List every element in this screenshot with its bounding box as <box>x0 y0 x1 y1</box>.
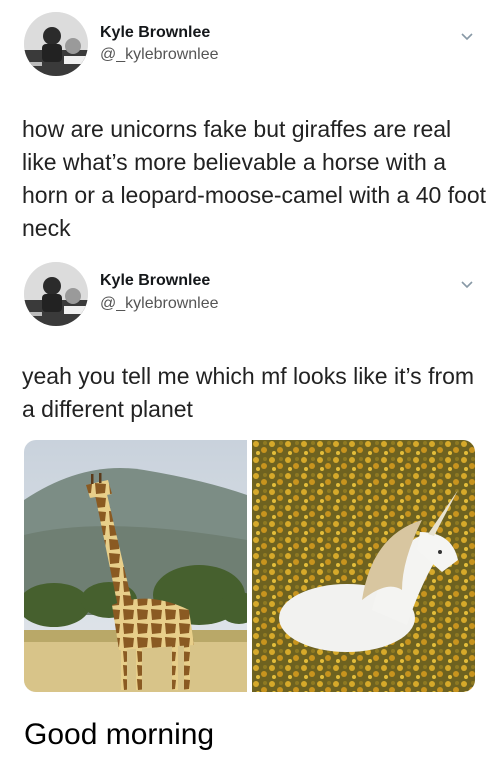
author-handle[interactable]: @_kylebrownlee <box>100 46 219 64</box>
avatar[interactable] <box>24 12 88 76</box>
unicorn-image <box>252 440 475 692</box>
tweet-text: how are unicorns fake but giraffes are r… <box>22 116 487 241</box>
author-handle[interactable]: @_kylebrownlee <box>100 295 219 313</box>
avatar-image <box>24 262 88 326</box>
giraffe-photo[interactable] <box>24 440 247 692</box>
chevron-down-icon[interactable] <box>460 30 474 44</box>
giraffe-image <box>24 440 247 692</box>
caption: Good morning <box>24 718 215 751</box>
unicorn-photo[interactable] <box>252 440 475 692</box>
author-name[interactable]: Kyle Brownlee <box>100 24 210 42</box>
chevron-down-icon[interactable] <box>460 278 474 292</box>
avatar[interactable] <box>24 262 88 326</box>
tweet-text: yeah you tell me which mf looks like it’… <box>22 363 475 422</box>
avatar-image <box>24 12 88 76</box>
author-name[interactable]: Kyle Brownlee <box>100 272 210 290</box>
tweet-1: Kyle Brownlee @_kylebrownlee how are uni… <box>0 0 500 260</box>
